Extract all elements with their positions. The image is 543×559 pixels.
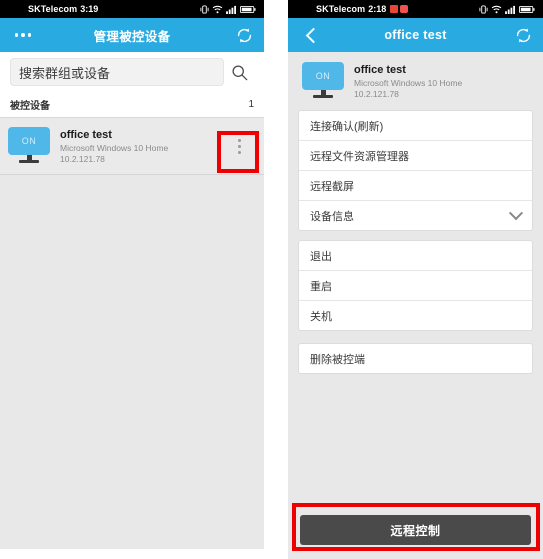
monitor-icon: ON (8, 127, 50, 165)
list-item-text: office test Microsoft Windows 10 Home 10… (60, 128, 222, 165)
battery-icon (519, 5, 535, 13)
back-chevron-icon (305, 27, 321, 43)
right-refresh-button[interactable] (503, 26, 543, 45)
clock-label: 2:18 (368, 4, 387, 14)
list-item[interactable]: ON office test Microsoft Windows 10 Home… (0, 118, 264, 175)
device-name: office test (354, 63, 406, 76)
right-app-bar: office test (288, 18, 543, 52)
chevron-down-icon (508, 205, 524, 220)
menu-item-logout[interactable]: 退出 (299, 241, 532, 271)
device-summary-card: ON office test Microsoft Windows 10 Home… (288, 52, 543, 110)
section-count: 1 (248, 99, 254, 110)
search-input[interactable]: 搜索群组或设备 (10, 58, 224, 86)
back-button[interactable] (288, 27, 334, 43)
screenshot-stage: SKTelecom 3:19 管理被控设备 搜索群组或设备 被控设备 1 ON … (0, 0, 543, 559)
device-name: office test (60, 128, 112, 141)
device-os: Microsoft Windows 10 Home (60, 142, 169, 153)
left-status-bar: SKTelecom 3:19 (0, 0, 264, 18)
signal-icon (505, 5, 515, 14)
menu-group-delete: 删除被控端 (298, 343, 533, 374)
remote-control-button[interactable]: 远程控制 (300, 515, 531, 545)
device-os: Microsoft Windows 10 Home (354, 77, 463, 88)
device-ip: 10.2.121.78 (60, 153, 105, 164)
menu-group-primary: 连接确认(刷新) 远程文件资源管理器 远程截屏 设备信息 (298, 110, 533, 231)
refresh-icon (237, 28, 251, 42)
menu-item-label: 删除被控端 (310, 353, 365, 366)
menu-item-connect-check[interactable]: 连接确认(刷新) (299, 111, 532, 141)
clock-label: 3:19 (80, 4, 99, 14)
menu-item-restart[interactable]: 重启 (299, 271, 532, 301)
left-app-bar: 管理被控设备 (0, 18, 264, 52)
battery-icon (240, 5, 256, 13)
left-phone-screen: SKTelecom 3:19 管理被控设备 搜索群组或设备 被控设备 1 ON … (0, 0, 264, 549)
monitor-icon: ON (302, 62, 344, 100)
section-label: 被控设备 (10, 101, 50, 112)
kebab-menu-icon[interactable] (222, 124, 256, 168)
vibrate-icon (479, 4, 488, 14)
menu-group-power: 退出 重启 关机 (298, 240, 533, 331)
wifi-icon (212, 5, 223, 13)
search-button[interactable] (224, 64, 254, 81)
signal-icon (226, 5, 236, 14)
device-status-label: ON (21, 136, 37, 146)
vibrate-icon (200, 4, 209, 14)
left-refresh-button[interactable] (224, 26, 264, 45)
device-summary-text: office test Microsoft Windows 10 Home 10… (354, 63, 529, 100)
menu-item-label: 重启 (310, 280, 332, 293)
notification-icons (390, 5, 409, 13)
menu-item-label: 连接确认(刷新) (310, 120, 384, 133)
device-status-label: ON (315, 71, 331, 81)
wifi-icon (491, 5, 502, 13)
menu-item-label: 关机 (310, 310, 332, 323)
device-ip: 10.2.121.78 (354, 88, 399, 99)
right-status-bar: SKTelecom 2:18 (288, 0, 543, 18)
menu-item-shutdown[interactable]: 关机 (299, 301, 532, 330)
search-placeholder: 搜索群组或设备 (19, 65, 111, 81)
remote-control-label: 远程控制 (390, 523, 441, 538)
message-icon (400, 5, 409, 13)
right-phone-screen: SKTelecom 2:18 office test ON office tes… (288, 0, 543, 559)
alert-icon (390, 5, 399, 13)
menu-item-device-info[interactable]: 设备信息 (299, 201, 532, 230)
menu-item-label: 远程截屏 (310, 180, 354, 193)
search-icon (231, 64, 247, 80)
menu-item-remote-file-explorer[interactable]: 远程文件资源管理器 (299, 141, 532, 171)
action-menu: 连接确认(刷新) 远程文件资源管理器 远程截屏 设备信息 退出 重启 关机 删除… (288, 110, 543, 374)
menu-item-delete-agent[interactable]: 删除被控端 (299, 344, 532, 373)
menu-item-remote-screenshot[interactable]: 远程截屏 (299, 171, 532, 201)
carrier-label: SKTelecom (316, 4, 366, 14)
refresh-icon (516, 28, 530, 42)
bottom-action-bar: 远程控制 (288, 503, 543, 559)
menu-item-label: 退出 (310, 250, 332, 263)
overflow-dots-icon (14, 33, 32, 37)
overflow-menu-button[interactable] (0, 33, 46, 37)
search-bar: 搜索群组或设备 (0, 52, 264, 92)
carrier-label: SKTelecom (28, 4, 78, 14)
menu-item-label: 远程文件资源管理器 (310, 150, 409, 163)
device-section-header: 被控设备 1 (0, 92, 264, 118)
menu-item-label: 设备信息 (310, 210, 354, 223)
status-icons (200, 4, 256, 14)
status-icons (479, 4, 535, 14)
